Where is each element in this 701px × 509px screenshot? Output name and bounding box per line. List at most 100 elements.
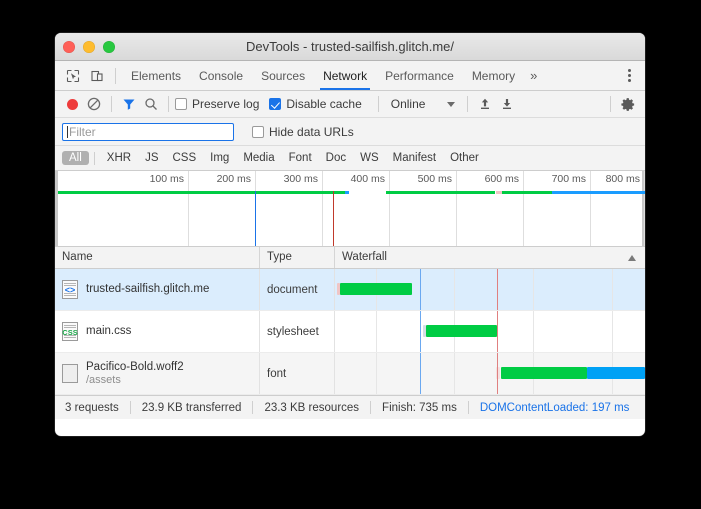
band-blue-cap-1 — [345, 191, 349, 194]
column-header-waterfall[interactable]: Waterfall — [334, 247, 645, 268]
more-options-icon[interactable] — [619, 65, 639, 87]
table-row[interactable]: <>trusted-sailfish.glitch.medocument — [55, 269, 645, 311]
chevron-down-icon — [447, 102, 455, 107]
hide-data-urls-box — [252, 126, 264, 138]
request-path: /assets — [86, 374, 184, 387]
inspect-element-icon[interactable] — [61, 64, 85, 88]
tab-network[interactable]: Network — [314, 62, 376, 90]
toolbar-divider — [378, 96, 379, 112]
search-icon[interactable] — [140, 93, 162, 115]
status-divider — [252, 401, 253, 414]
overview-tick-label: 700 ms — [552, 173, 590, 185]
toolbar-divider — [111, 96, 112, 112]
band-green-3 — [502, 191, 552, 194]
status-divider — [468, 401, 469, 414]
toolbar-divider — [610, 96, 611, 112]
window-titlebar: DevTools - trusted-sailfish.glitch.me/ — [55, 33, 645, 61]
waterfall-content-download — [501, 367, 587, 379]
overview-left-handle[interactable] — [55, 171, 58, 246]
devtools-tabbar: Elements Console Sources Network Perform… — [55, 61, 645, 91]
filter-input[interactable]: Filter — [62, 123, 234, 141]
status-divider — [370, 401, 371, 414]
waterfall-gridline — [533, 269, 534, 310]
disable-cache-label: Disable cache — [286, 97, 361, 111]
font-file-icon — [62, 364, 78, 383]
table-row[interactable]: CSSmain.cssstylesheet — [55, 311, 645, 353]
type-filter-all[interactable]: All — [62, 151, 89, 165]
type-filter-img[interactable]: Img — [203, 151, 236, 165]
overview-tick-label: 200 ms — [217, 173, 255, 185]
preserve-log-checkbox[interactable]: Preserve log — [175, 97, 259, 111]
column-header-name[interactable]: Name — [55, 247, 259, 268]
request-filename: trusted-sailfish.glitch.me — [86, 283, 209, 296]
waterfall-tail-blue — [587, 367, 645, 379]
band-green-2 — [386, 191, 495, 194]
request-name-cell: <> trusted-sailfish.glitch.me — [55, 269, 259, 310]
record-icon[interactable] — [61, 93, 83, 115]
request-name-cell: Pacifico-Bold.woff2/assets — [55, 353, 259, 394]
type-filter-css[interactable]: CSS — [165, 151, 203, 165]
status-finish: Finish: 735 ms — [382, 402, 457, 414]
request-waterfall-cell — [334, 269, 645, 310]
overview-tick-line — [322, 171, 323, 246]
toolbar-divider — [467, 96, 468, 112]
type-filter-manifest[interactable]: Manifest — [386, 151, 443, 165]
request-filename: main.css — [86, 325, 131, 338]
waterfall-content-download — [426, 325, 497, 337]
overview-tick-label: 300 ms — [284, 173, 322, 185]
column-header-type[interactable]: Type — [259, 247, 334, 268]
type-filter-xhr[interactable]: XHR — [100, 151, 138, 165]
network-overview-timeline[interactable]: 100 ms200 ms300 ms400 ms500 ms600 ms700 … — [55, 171, 645, 247]
type-filter-ws[interactable]: WS — [353, 151, 386, 165]
tab-sources[interactable]: Sources — [252, 62, 314, 90]
type-filter-other[interactable]: Other — [443, 151, 486, 165]
overview-tick-line — [389, 171, 390, 246]
status-resources: 23.3 KB resources — [264, 402, 359, 414]
waterfall-gridline — [612, 269, 613, 310]
sort-ascending-icon — [628, 255, 636, 261]
window-title: DevTools - trusted-sailfish.glitch.me/ — [55, 33, 645, 60]
overview-tick-line — [590, 171, 591, 246]
tab-memory[interactable]: Memory — [463, 62, 524, 90]
throttling-dropdown[interactable]: Online — [385, 97, 462, 111]
load-marker — [333, 191, 334, 246]
status-divider — [130, 401, 131, 414]
request-name-text: main.css — [86, 325, 131, 338]
tab-performance[interactable]: Performance — [376, 62, 463, 90]
tab-elements[interactable]: Elements — [122, 62, 190, 90]
waterfall-gridline — [376, 353, 377, 394]
requests-table-header: Name Type Waterfall — [55, 247, 645, 269]
type-filter-font[interactable]: Font — [282, 151, 319, 165]
tab-console[interactable]: Console — [190, 62, 252, 90]
request-waterfall-cell — [334, 311, 645, 352]
import-har-icon[interactable] — [474, 93, 496, 115]
overview-tick-line — [523, 171, 524, 246]
overview-tick-label: 100 ms — [150, 173, 188, 185]
waterfall-gridline — [376, 311, 377, 352]
disable-cache-checkbox[interactable]: Disable cache — [269, 97, 361, 111]
request-name-text: trusted-sailfish.glitch.me — [86, 283, 209, 296]
document-file-icon: <> — [62, 280, 78, 299]
table-row[interactable]: Pacifico-Bold.woff2/assetsfont — [55, 353, 645, 395]
throttling-value: Online — [391, 97, 426, 111]
device-toolbar-icon[interactable] — [85, 64, 109, 88]
dcl-marker — [255, 191, 256, 246]
overview-tick-line — [644, 171, 645, 246]
load-line — [497, 353, 498, 394]
settings-gear-icon[interactable] — [617, 93, 639, 115]
request-filename: Pacifico-Bold.woff2 — [86, 361, 184, 374]
clear-icon[interactable] — [83, 93, 105, 115]
type-filter-js[interactable]: JS — [138, 151, 165, 165]
overview-tick-line — [188, 171, 189, 246]
overview-tick-line — [456, 171, 457, 246]
type-filter-doc[interactable]: Doc — [319, 151, 353, 165]
toolbar-divider — [168, 96, 169, 112]
hide-data-urls-checkbox[interactable]: Hide data URLs — [252, 125, 354, 139]
request-type-cell: font — [259, 353, 334, 394]
filter-icon[interactable] — [118, 93, 140, 115]
type-filter-media[interactable]: Media — [236, 151, 281, 165]
band-green-1 — [58, 191, 345, 194]
waterfall-gridline — [533, 311, 534, 352]
export-har-icon[interactable] — [496, 93, 518, 115]
more-tabs-chevron-icon[interactable]: » — [524, 68, 543, 83]
